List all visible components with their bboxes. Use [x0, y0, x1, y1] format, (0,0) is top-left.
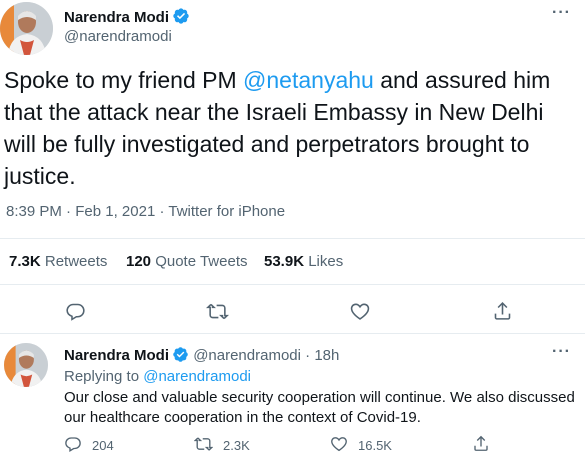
- more-options-icon[interactable]: ···: [552, 343, 571, 361]
- retweet-icon: [193, 435, 214, 456]
- replying-to-link[interactable]: @narendramodi: [143, 368, 251, 385]
- retweets-count: 7.3K: [9, 253, 41, 270]
- author-handle[interactable]: @narendramodi: [64, 28, 172, 45]
- reply-author-handle[interactable]: @narendramodi: [193, 347, 301, 364]
- stats-likes[interactable]: 53.9K Likes: [264, 253, 343, 270]
- share-icon: [472, 434, 490, 456]
- replying-to: Replying to @narendramodi: [64, 368, 251, 385]
- tweet-text: Spoke to my friend PM @netanyahu and ass…: [4, 64, 574, 192]
- tweet-date[interactable]: Feb 1, 2021: [75, 203, 155, 220]
- reply-author-avatar[interactable]: [4, 343, 48, 387]
- reply-text: Our close and valuable security cooperat…: [64, 389, 575, 426]
- author-avatar[interactable]: [0, 2, 53, 55]
- verified-badge-icon: [172, 7, 190, 30]
- tweet-text-part: Spoke to my friend PM: [4, 67, 244, 93]
- mention-link[interactable]: @netanyahu: [243, 67, 374, 93]
- verified-badge-icon: [172, 346, 189, 367]
- replying-label: Replying to: [64, 368, 140, 385]
- likes-count: 53.9K: [264, 253, 305, 270]
- stats-retweets[interactable]: 7.3K Retweets: [9, 253, 107, 270]
- like-count: 16.5K: [358, 438, 392, 453]
- quote-count: 120: [126, 253, 152, 270]
- tweet-time[interactable]: 8:39 PM: [6, 203, 62, 220]
- reply-count: 204: [92, 438, 114, 453]
- quote-label: Quote Tweets: [155, 253, 248, 270]
- reply-age[interactable]: 18h: [314, 347, 339, 364]
- tweet-meta: 8:39 PM · Feb 1, 2021 · Twitter for iPho…: [6, 203, 285, 220]
- author-name[interactable]: Narendra Modi: [64, 9, 169, 26]
- reply-icon: [64, 435, 82, 456]
- divider: [0, 333, 585, 334]
- tweet-source[interactable]: Twitter for iPhone: [168, 203, 285, 220]
- reply-like-button[interactable]: 16.5K: [330, 435, 392, 456]
- meta-separator: ·: [305, 347, 311, 364]
- reply-share-button[interactable]: [472, 434, 490, 456]
- meta-separator: ·: [159, 203, 165, 220]
- reply-icon[interactable]: [65, 301, 86, 322]
- reply-author-name[interactable]: Narendra Modi: [64, 347, 169, 364]
- retweet-icon[interactable]: [206, 301, 229, 322]
- more-options-icon[interactable]: ···: [552, 4, 571, 22]
- retweets-label: Retweets: [44, 253, 108, 270]
- reply-retweet-button[interactable]: 2.3K: [193, 435, 250, 456]
- reply-reply-button[interactable]: 204: [64, 435, 114, 456]
- retweet-count: 2.3K: [223, 438, 250, 453]
- likes-label: Likes: [308, 253, 344, 270]
- heart-icon[interactable]: [349, 301, 371, 322]
- share-icon[interactable]: [492, 300, 513, 322]
- meta-separator: ·: [66, 203, 72, 220]
- stats-quotes[interactable]: 120 Quote Tweets: [126, 253, 247, 270]
- divider: [0, 284, 585, 285]
- divider: [0, 238, 585, 239]
- heart-icon: [330, 435, 348, 456]
